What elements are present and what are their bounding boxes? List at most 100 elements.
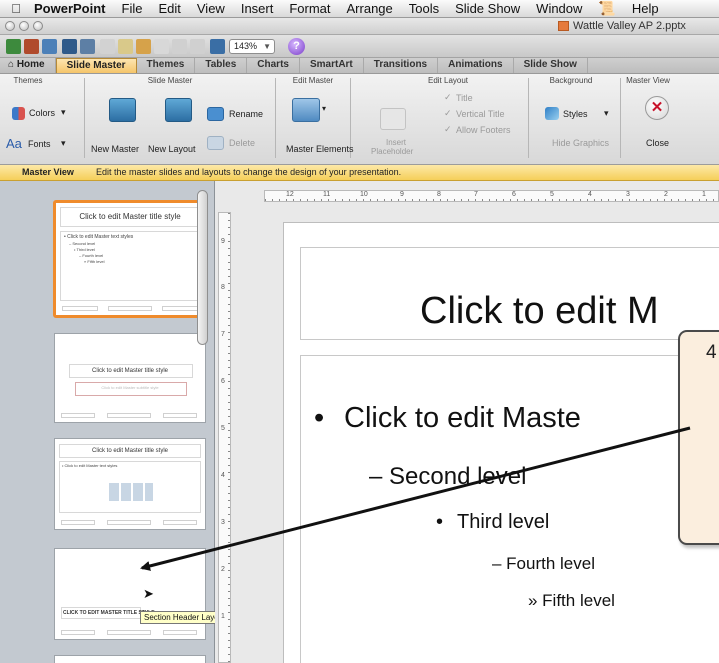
colors-icon	[12, 107, 25, 120]
copy-icon[interactable]	[118, 39, 133, 54]
master-elements-icon	[292, 98, 320, 122]
menu-insert[interactable]: Insert	[233, 1, 282, 16]
title-placeholder-outline	[60, 207, 200, 227]
level-2-text[interactable]: – Second level	[369, 463, 526, 491]
message-bar-text: Edit the master slides and layouts to ch…	[96, 167, 402, 177]
footer-placeholder-outline	[62, 306, 98, 311]
rename-icon	[207, 107, 224, 121]
checkmark-icon: ✓	[444, 108, 452, 118]
footer-placeholder-outline	[163, 630, 197, 635]
zoom-value: 143%	[234, 41, 258, 51]
window-titlebar: Wattle Valley AP 2.pptx	[0, 18, 719, 35]
footer-placeholder-outline	[107, 413, 151, 418]
bullet-icon: •	[314, 402, 325, 434]
group-divider	[528, 78, 529, 158]
open-icon[interactable]	[42, 39, 57, 54]
tab-smartart[interactable]: SmartArt	[300, 58, 364, 73]
footer-placeholder-outline	[163, 413, 197, 418]
tab-themes[interactable]: Themes	[137, 58, 196, 73]
paste-icon[interactable]	[136, 39, 151, 54]
tab-home[interactable]: ⌂ Home	[0, 58, 56, 73]
thumbnail-content-layout[interactable]: Click to edit Master title style • Click…	[54, 438, 206, 530]
group-slide-master-header: Slide Master	[147, 76, 193, 85]
level-4-text[interactable]: – Fourth level	[492, 554, 595, 574]
message-bar: Master View Edit the master slides and l…	[0, 165, 719, 181]
menu-format[interactable]: Format	[281, 1, 338, 16]
thumbnail-slide-master[interactable]: Click to edit Master title style • Click…	[53, 200, 207, 318]
ribbon-tab-bar: ⌂ Home Slide Master Themes Tables Charts…	[0, 58, 719, 74]
help-icon[interactable]: ?	[288, 38, 305, 55]
mouse-pointer-icon: ➤	[143, 586, 154, 601]
thumbnail-section-header-layout[interactable]: CLICK TO EDIT MASTER TITLE STYLE	[54, 548, 206, 640]
group-edit-master-header: Edit Master	[292, 76, 334, 85]
minimize-window-icon[interactable]	[19, 21, 29, 31]
format-painter-icon[interactable]	[154, 39, 169, 54]
footer-placeholder-outline	[61, 630, 95, 635]
group-master-view-header: Master View	[626, 76, 670, 85]
group-edit-layout-header: Edit Layout	[427, 76, 469, 85]
group-themes-header: Themes	[13, 76, 43, 85]
footer-placeholder-outline	[162, 306, 198, 311]
tab-transitions[interactable]: Transitions	[364, 58, 439, 73]
footer-placeholder-outline	[108, 306, 152, 311]
chevron-down-icon: ▾	[61, 107, 66, 117]
standard-toolbar: 143% ▼ ?	[0, 35, 719, 58]
footer-placeholder-outline	[61, 520, 95, 525]
apple-icon[interactable]: 	[0, 1, 32, 16]
thumbnail-title-layout[interactable]: Click to edit Master title style Click t…	[54, 333, 206, 423]
menu-slide-show[interactable]: Slide Show	[447, 1, 528, 16]
delete-icon	[207, 136, 224, 150]
menu-app[interactable]: PowerPoint	[32, 1, 114, 16]
thumbnail-scrollbar[interactable]	[197, 190, 208, 345]
styles-icon	[545, 107, 559, 120]
content-icons	[109, 483, 153, 501]
tab-tables[interactable]: Tables	[195, 58, 248, 73]
chevron-down-icon: ▾	[61, 138, 66, 148]
menu-edit[interactable]: Edit	[150, 1, 188, 16]
zoom-select[interactable]: 143% ▼	[229, 39, 275, 54]
new-layout-icon	[165, 98, 192, 122]
chevron-down-icon: ▾	[604, 108, 609, 118]
new-icon[interactable]	[6, 39, 21, 54]
tab-slide-show[interactable]: Slide Show	[514, 58, 588, 73]
zoom-window-icon[interactable]	[33, 21, 43, 31]
checkmark-icon: ✓	[444, 124, 452, 134]
menu-tools[interactable]: Tools	[401, 1, 447, 16]
group-background-header: Background	[549, 76, 593, 85]
menu-arrange[interactable]: Arrange	[339, 1, 401, 16]
menu-window[interactable]: Window	[528, 1, 590, 16]
print-icon[interactable]	[80, 39, 95, 54]
ribbon-panel: Themes Slide Master Edit Master Edit Lay…	[0, 74, 719, 165]
tab-slide-master[interactable]: Slide Master	[55, 58, 137, 73]
document-title: Wattle Valley AP 2.pptx	[573, 20, 686, 32]
group-divider	[620, 78, 621, 158]
group-divider	[84, 78, 85, 158]
title-placeholder-outline	[59, 444, 201, 458]
menu-view[interactable]: View	[189, 1, 233, 16]
chevron-down-icon: ▾	[322, 104, 327, 113]
title-placeholder-outline	[69, 364, 193, 378]
save-icon[interactable]	[62, 39, 77, 54]
insert-placeholder-icon	[380, 108, 406, 130]
home-icon: ⌂	[8, 59, 15, 70]
level-5-text[interactable]: » Fifth level	[528, 591, 615, 611]
close-window-icon[interactable]	[5, 21, 15, 31]
level-1-text[interactable]: Click to edit Maste	[344, 402, 581, 435]
gallery-icon[interactable]	[210, 39, 225, 54]
slide-title-text[interactable]: Click to edit M	[420, 290, 659, 333]
undo-icon[interactable]	[172, 39, 187, 54]
tab-animations[interactable]: Animations	[438, 58, 514, 73]
bullet-icon: •	[436, 511, 444, 533]
footer-placeholder-outline	[107, 630, 151, 635]
tab-charts[interactable]: Charts	[247, 58, 300, 73]
script-menu-icon[interactable]: 📜	[590, 0, 623, 17]
thumbnail-next-layout[interactable]	[54, 655, 206, 663]
redo-icon[interactable]	[190, 39, 205, 54]
checkmark-icon: ✓	[444, 92, 452, 102]
menu-file[interactable]: File	[114, 1, 151, 16]
templates-icon[interactable]	[24, 39, 39, 54]
menu-help[interactable]: Help	[624, 1, 667, 16]
level-3-text[interactable]: Third level	[457, 511, 549, 534]
group-divider	[275, 78, 276, 158]
cut-icon[interactable]	[100, 39, 115, 54]
